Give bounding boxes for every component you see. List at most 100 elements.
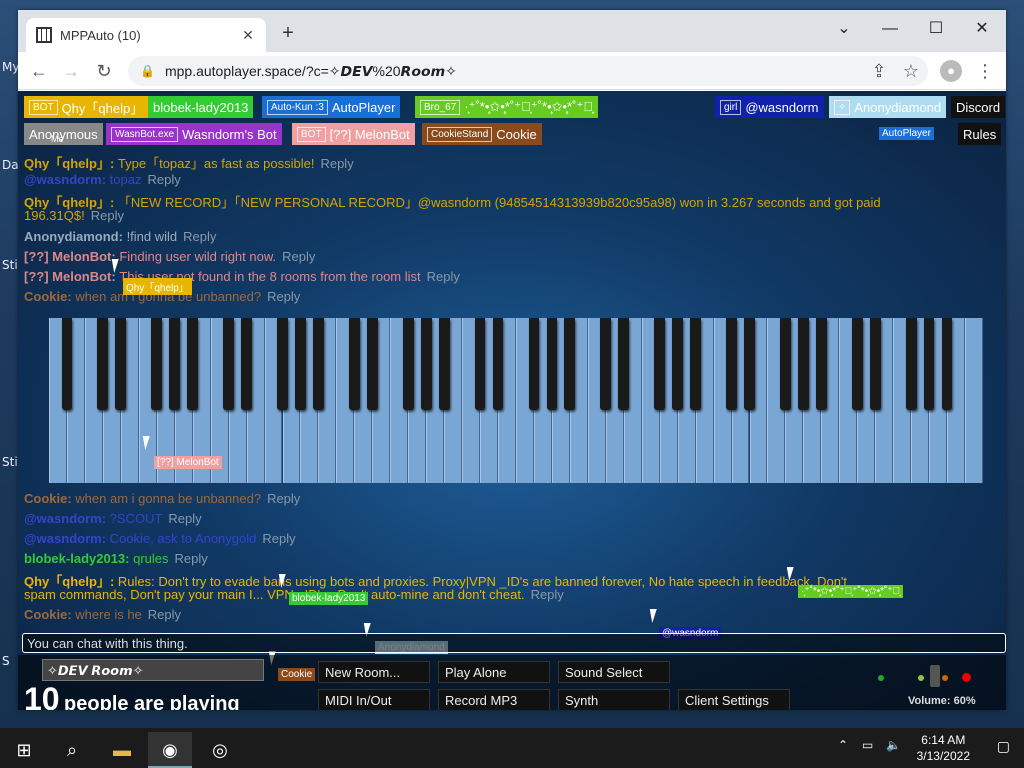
back-icon[interactable]: ← — [28, 60, 50, 82]
black-key[interactable] — [492, 318, 504, 410]
black-key[interactable] — [61, 318, 73, 410]
black-key[interactable] — [672, 318, 684, 410]
reply-link[interactable]: Reply — [282, 249, 315, 264]
client-settings-button[interactable]: Client Settings — [678, 689, 790, 710]
black-key[interactable] — [744, 318, 755, 410]
chat-input[interactable]: You can chat with this thing. — [22, 633, 1006, 653]
notification-icon[interactable]: ▢ — [997, 738, 1010, 755]
black-key[interactable] — [905, 318, 917, 410]
black-key[interactable] — [600, 318, 612, 410]
white-key[interactable] — [965, 318, 983, 483]
sound-select-button[interactable]: Sound Select — [558, 661, 670, 683]
black-key[interactable] — [438, 318, 450, 410]
participant-badge[interactable]: Bro_67 ·͙⁺˚*•̩̩͙✩•̩̩͙*˚⁺‧͙⁺˚*•̩̩͙✩•̩̩͙*˚⁺… — [415, 96, 599, 118]
black-key[interactable] — [241, 318, 252, 410]
lock-icon[interactable]: 🔒 — [140, 64, 155, 78]
black-key[interactable] — [528, 318, 540, 410]
black-key[interactable] — [115, 318, 127, 410]
participant-badge[interactable]: Auto-Kun :3 AutoPlayer — [262, 96, 401, 118]
steam-icon[interactable]: ◎ — [198, 732, 242, 768]
new-room-button[interactable]: New Room... — [318, 661, 430, 683]
reply-link[interactable]: Reply — [168, 511, 201, 526]
reply-link[interactable]: Reply — [91, 208, 124, 223]
room-selector[interactable]: ✧𝘿𝙀𝙑 𝙍𝙤𝙤𝙢✧ — [42, 659, 264, 681]
reply-link[interactable]: Reply — [531, 587, 564, 602]
black-key[interactable] — [169, 318, 181, 410]
black-key[interactable] — [151, 318, 163, 410]
black-key[interactable] — [923, 318, 935, 410]
black-key[interactable] — [941, 318, 953, 410]
chat-author[interactable]: @wasndorm: — [24, 172, 106, 187]
black-key[interactable] — [690, 318, 701, 410]
black-key[interactable] — [618, 318, 630, 410]
participant-badge[interactable]: WasnBot.exe Wasndorm's Bot — [106, 123, 282, 145]
minimize-icon[interactable]: — — [870, 14, 910, 44]
reply-link[interactable]: Reply — [267, 289, 300, 304]
reply-link[interactable]: Reply — [147, 172, 180, 187]
windows-start-icon[interactable]: ⊞ — [2, 732, 46, 768]
chat-author[interactable]: Cookie: — [24, 491, 72, 506]
black-key[interactable] — [187, 318, 199, 410]
reply-link[interactable]: Reply — [427, 269, 460, 284]
desktop-icon-label[interactable]: Da — [2, 158, 19, 172]
participant-badge[interactable]: CookieStand Cookie — [422, 123, 542, 145]
synth-button[interactable]: Synth — [558, 689, 670, 710]
share-icon[interactable]: ⇪ — [868, 60, 890, 82]
record-mp3-button[interactable]: Record MP3 — [438, 689, 550, 710]
black-key[interactable] — [97, 318, 109, 410]
search-icon[interactable]: ⌕ — [50, 732, 94, 768]
volume-tray-icon[interactable]: 🔈 — [886, 738, 901, 752]
reload-icon[interactable]: ↻ — [93, 60, 115, 82]
black-key[interactable] — [654, 318, 666, 410]
volume-knob-icon[interactable] — [930, 665, 940, 687]
black-key[interactable] — [223, 318, 234, 410]
black-key[interactable] — [851, 318, 863, 410]
reply-link[interactable]: Reply — [320, 156, 353, 171]
desktop-icon-label[interactable]: S — [2, 654, 10, 668]
chat-author[interactable]: Cookie: — [24, 607, 72, 622]
chrome-icon[interactable]: ◉ — [148, 732, 192, 768]
participant-badge[interactable]: Rules — [958, 123, 1002, 145]
play-alone-button[interactable]: Play Alone — [438, 661, 550, 683]
reply-link[interactable]: Reply — [262, 531, 295, 546]
black-key[interactable] — [815, 318, 827, 410]
reply-link[interactable]: Reply — [148, 607, 181, 622]
browser-tab[interactable]: MPPAuto (10) ✕ — [26, 18, 266, 52]
chat-author[interactable]: Anonydiamond: — [24, 229, 123, 244]
black-key[interactable] — [797, 318, 809, 410]
black-key[interactable] — [313, 318, 324, 410]
participant-badge[interactable]: blobek-lady2013 — [148, 96, 254, 118]
chat-author[interactable]: @wasndorm: — [24, 531, 106, 546]
participant-badge[interactable]: girl @wasndorm — [715, 96, 824, 118]
file-explorer-icon[interactable]: ▬ — [100, 732, 144, 768]
chat-author[interactable]: [??] MelonBot: — [24, 269, 116, 284]
midi-in-out-button[interactable]: MIDI In/Out — [318, 689, 430, 710]
desktop-icon-label[interactable]: Sti — [2, 258, 18, 272]
black-key[interactable] — [869, 318, 881, 410]
reply-link[interactable]: Reply — [267, 491, 300, 506]
black-key[interactable] — [402, 318, 414, 410]
reply-link[interactable]: Reply — [183, 229, 216, 244]
participant-badge[interactable]: ✧ Anonydiamond — [829, 96, 947, 118]
participant-badge[interactable]: Discord — [951, 96, 1006, 118]
bookmark-star-icon[interactable]: ☆ — [900, 60, 922, 82]
menu-kebab-icon[interactable]: ⋮ — [974, 60, 996, 82]
tab-search-icon[interactable]: ⌄ — [824, 14, 864, 44]
participant-badge[interactable]: BOT Qhy「qhelp」 — [24, 96, 149, 118]
black-key[interactable] — [546, 318, 558, 410]
new-tab-icon[interactable]: + — [276, 22, 300, 45]
black-key[interactable] — [277, 318, 288, 410]
chat-author[interactable]: Qhy「qhelp」: — [24, 156, 114, 171]
black-key[interactable] — [474, 318, 486, 410]
black-key[interactable] — [780, 318, 791, 410]
desktop-icon-label[interactable]: Sti — [2, 455, 18, 469]
reply-link[interactable]: Reply — [175, 551, 208, 566]
network-icon[interactable]: ▭ — [862, 738, 873, 752]
black-key[interactable] — [295, 318, 306, 410]
clock[interactable]: 6:14 AM 3/13/2022 — [917, 732, 970, 764]
profile-avatar-icon[interactable]: ● — [940, 60, 962, 82]
tab-close-icon[interactable]: ✕ — [240, 27, 256, 44]
black-key[interactable] — [420, 318, 432, 410]
black-key[interactable] — [726, 318, 737, 410]
close-icon[interactable]: ✕ — [962, 14, 1002, 44]
